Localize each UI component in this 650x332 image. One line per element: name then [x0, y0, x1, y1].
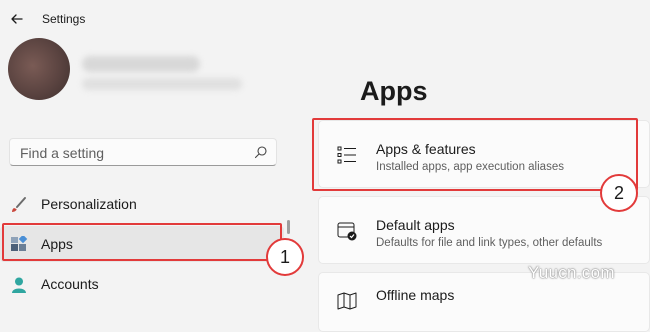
search-placeholder: Find a setting: [20, 145, 105, 161]
person-icon: [12, 277, 26, 293]
sidebar-item-accounts[interactable]: Accounts: [0, 266, 284, 302]
sidebar-item-label: Accounts: [41, 276, 99, 292]
annotation-callout-2: 2: [600, 174, 638, 212]
annotation-callout-1: 1: [266, 238, 304, 276]
card-subtitle: Defaults for file and link types, other …: [376, 237, 603, 249]
back-arrow-icon: [11, 14, 23, 24]
watermark: Yuucn.com: [528, 263, 615, 282]
app-title: Settings: [42, 12, 86, 26]
scrollbar-thumb[interactable]: [287, 220, 290, 234]
search-input[interactable]: Find a setting: [9, 138, 277, 166]
profile-name-blurred: [82, 56, 200, 72]
search-icon: [254, 146, 267, 159]
annotation-highlight-apps: [2, 223, 282, 261]
profile-email-blurred: [82, 78, 242, 90]
card-title: Default apps: [376, 217, 455, 233]
page-title: Apps: [360, 76, 428, 106]
map-icon: [337, 292, 357, 310]
card-title: Offline maps: [376, 287, 455, 303]
default-apps-card[interactable]: Default apps Defaults for file and link …: [318, 196, 650, 264]
sidebar-item-label: Personalization: [41, 196, 137, 212]
default-apps-icon: [337, 222, 357, 241]
sidebar-item-personalization[interactable]: Personalization: [0, 186, 284, 222]
back-button[interactable]: [6, 8, 28, 30]
avatar[interactable]: [8, 38, 70, 100]
annotation-highlight-apps-features: [312, 118, 638, 191]
brush-icon: [12, 197, 26, 212]
